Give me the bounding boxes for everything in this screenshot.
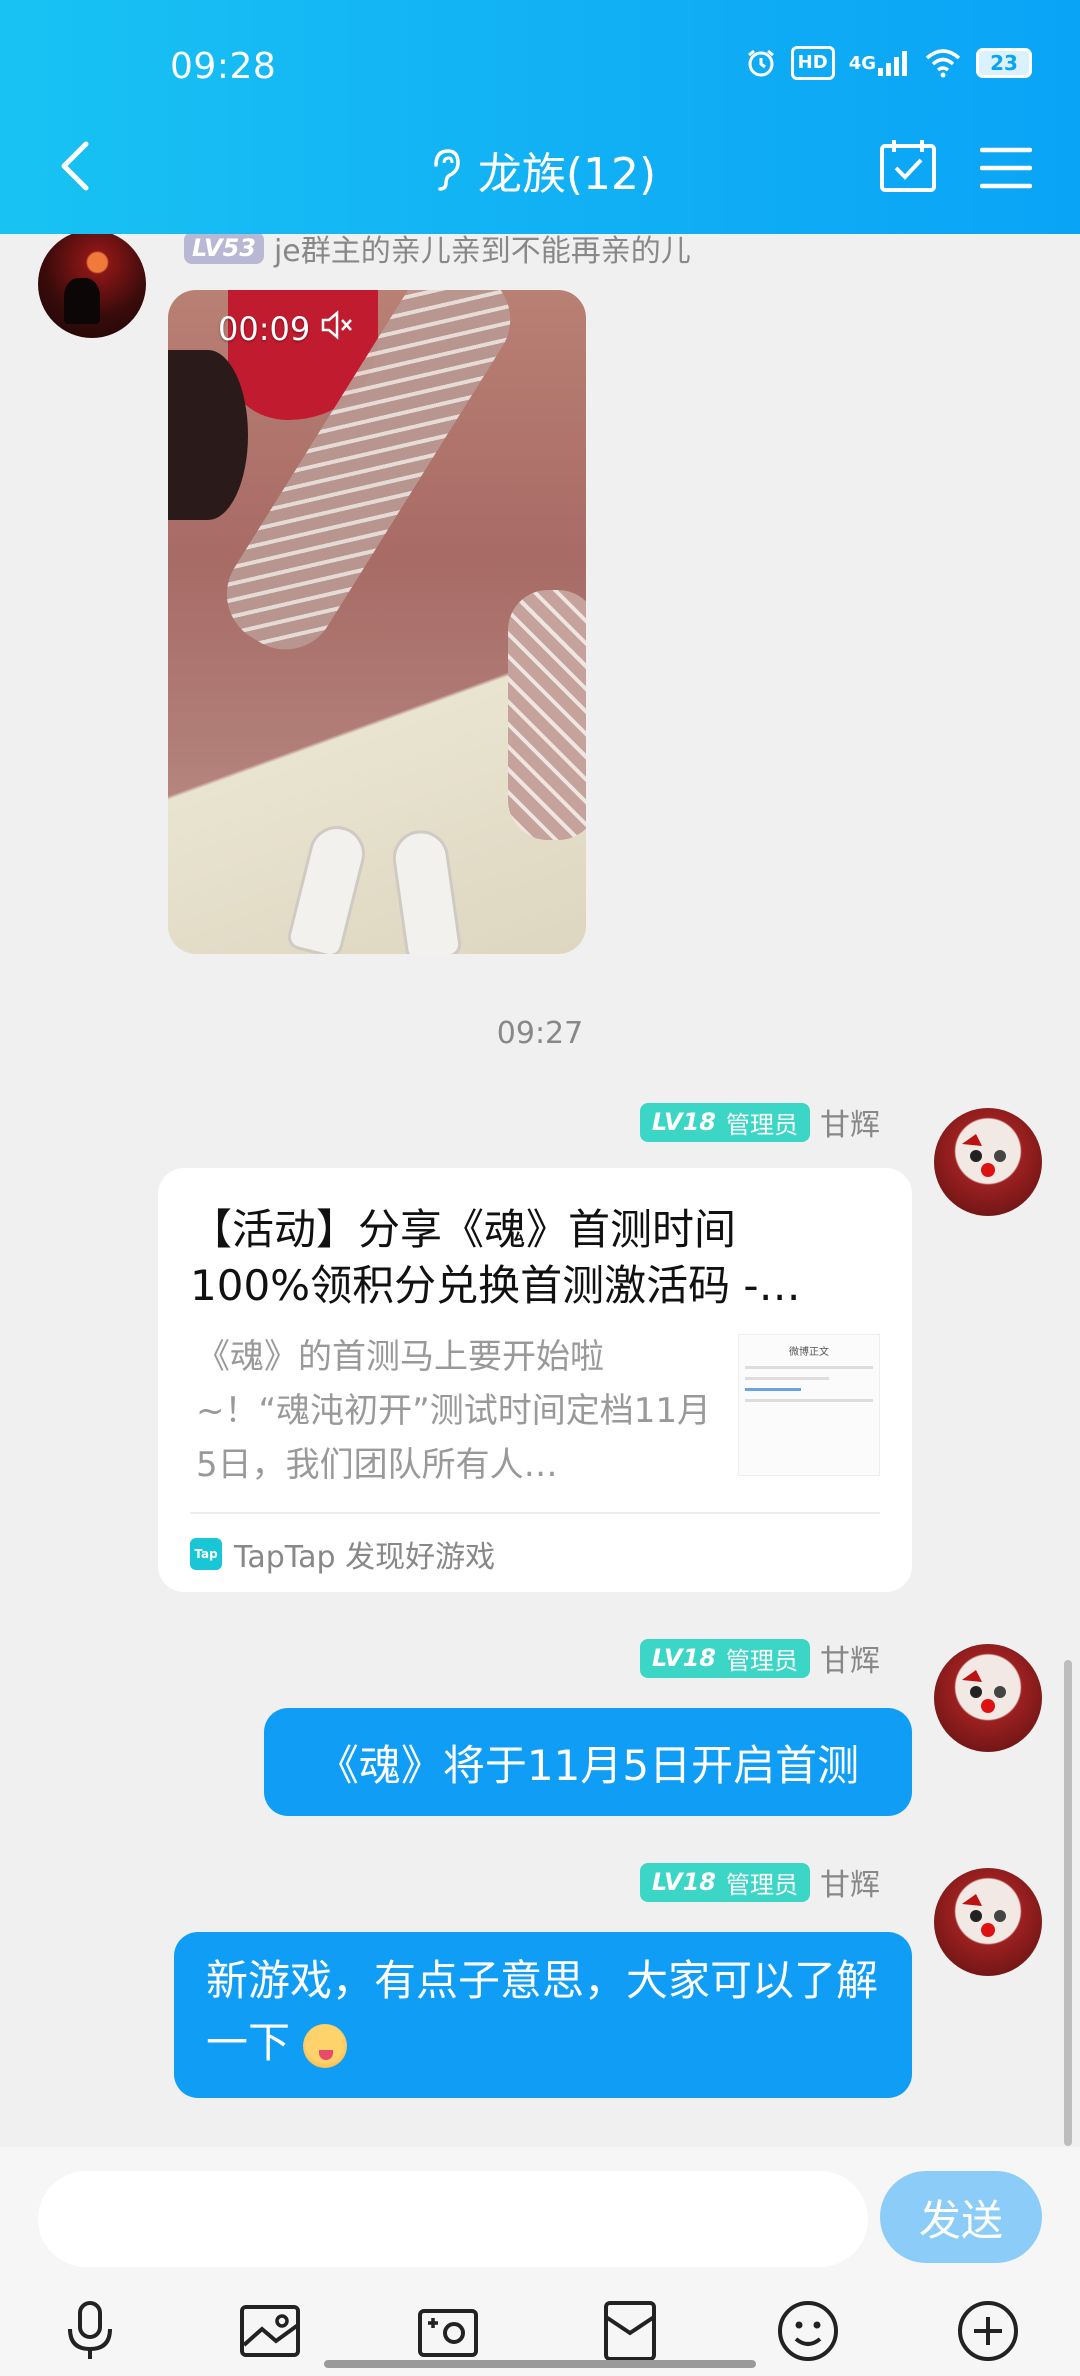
plus-icon[interactable] [954,2297,1022,2365]
role-text: 管理员 [725,1110,798,1139]
divider [190,1512,880,1514]
sender-name: 甘辉 [819,1868,880,1903]
emoji-icon[interactable] [774,2297,842,2365]
mute-icon [320,310,354,348]
time-separator: 09:27 [496,1016,584,1051]
thumbnail-line [745,1366,873,1369]
image-icon[interactable] [236,2297,304,2365]
chat-area[interactable]: LV53 je群主的亲儿亲到不能再亲的儿 00:09 09:27 LV18 管理员… [0,234,1080,2147]
level-text: LV18 [652,1868,716,1896]
signal-icon: 4G [849,46,910,80]
card-source: Tap TapTap 发现好游戏 [190,1532,495,1576]
wifi-icon [924,46,962,80]
admin-badge: LV18 管理员 [640,1862,810,1902]
calendar-check-icon[interactable] [878,138,938,194]
video-duration: 00:09 [218,310,354,348]
card-title: 【活动】分享《魂》首测时间 100%领积分兑换首测激活码 -… [190,1202,880,1314]
camera-icon[interactable] [414,2297,482,2365]
card-title-line: 100%领积分兑换首测激活码 -… [190,1261,801,1310]
video-frame-detail [508,590,586,840]
microphone-icon[interactable] [56,2297,124,2365]
card-description: 《魂》的首测马上要开始啦~！“魂沌初开”测试时间定档11月5日，我们团队所有人… [196,1337,711,1485]
thumbnail-line [745,1377,829,1380]
admin-badge: LV18 管理员 [640,1102,810,1142]
video-frame-detail [389,826,463,954]
video-frame-detail [285,820,371,954]
sender-name: je群主的亲儿亲到不能再亲的儿 [273,234,691,269]
level-badge: LV53 [184,234,264,264]
sender-row: LV18 管理员 甘辉 [640,1860,880,1904]
chat-title: 龙族(12) [477,149,657,200]
sender-name: 甘辉 [819,1108,880,1143]
thumbnail-line [745,1399,873,1402]
level-text: LV18 [652,1644,716,1672]
avatar[interactable] [934,1868,1042,1976]
avatar[interactable] [38,234,146,338]
card-thumbnail: 微博正文 [738,1334,880,1476]
video-duration-text: 00:09 [218,310,311,348]
alarm-icon [745,46,777,80]
red-packet-icon[interactable] [596,2297,664,2365]
app-header: 09:28 HD 4G 23 龙族(12) [0,0,1080,234]
network-type: 4G [848,52,876,74]
thumbnail-line [745,1388,801,1391]
video-frame-detail [168,350,248,520]
toolbar [0,2297,1080,2361]
input-bar: 发送 [0,2147,1080,2376]
yum-emoji-icon [303,2023,348,2068]
level-text: LV18 [652,1108,716,1136]
sender-row: LV18 管理员 甘辉 [640,1100,880,1144]
hd-badge: HD [790,46,835,80]
sender-name: 甘辉 [819,1644,880,1679]
taptap-logo: Tap [190,1538,222,1570]
message-input[interactable] [38,2171,868,2267]
admin-badge: LV18 管理员 [640,1638,810,1678]
ear-icon [424,145,464,195]
message-bubble[interactable]: 新游戏，有点子意思，大家可以了解一下 [174,1932,912,2098]
menu-icon[interactable] [979,146,1033,190]
sender-row: LV53 je群主的亲儿亲到不能再亲的儿 [184,234,691,270]
thumbnail-title: 微博正文 [789,1347,829,1358]
role-text: 管理员 [725,1870,798,1899]
video-message[interactable]: 00:09 [168,290,586,954]
status-time: 09:28 [170,46,277,87]
card-source-text: TapTap 发现好游戏 [234,1540,496,1575]
avatar[interactable] [934,1644,1042,1752]
role-text: 管理员 [725,1646,798,1675]
send-button[interactable]: 发送 [880,2171,1042,2263]
battery-indicator: 23 [976,48,1032,78]
card-title-line: 【活动】分享《魂》首测时间 [190,1205,737,1254]
scrollbar[interactable] [1064,1660,1072,2146]
avatar[interactable] [934,1108,1042,1216]
status-icons: HD 4G 23 [745,46,1032,80]
sender-row: LV18 管理员 甘辉 [640,1636,880,1680]
link-card[interactable]: 【活动】分享《魂》首测时间 100%领积分兑换首测激活码 -… 《魂》的首测马上… [158,1168,912,1592]
home-indicator[interactable] [324,2360,756,2368]
message-bubble[interactable]: 《魂》将于11月5日开启首测 [264,1708,912,1816]
